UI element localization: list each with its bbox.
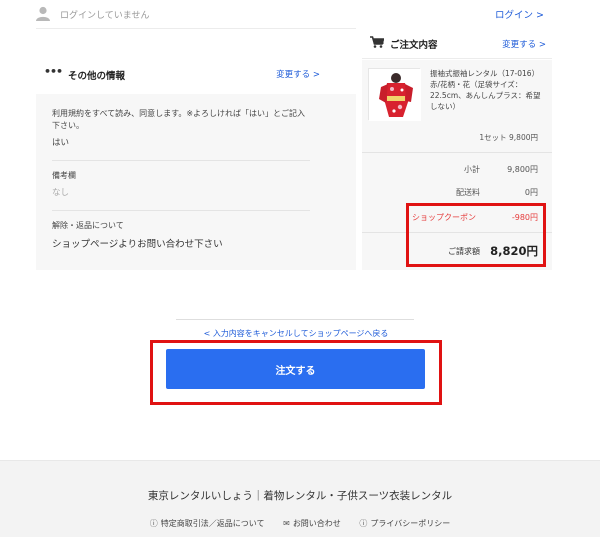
footer-link-privacy[interactable]: ⓘ プライバシーポリシー bbox=[359, 518, 450, 529]
chevron-left-icon: < bbox=[203, 329, 211, 338]
login-link[interactable]: ログイン > bbox=[495, 7, 544, 21]
other-info-title: その他の情報 bbox=[68, 71, 126, 82]
login-bar: ログインしていません ログイン > bbox=[36, 4, 546, 24]
change-link-label[interactable]: 変更する bbox=[276, 70, 310, 80]
divider bbox=[36, 28, 356, 29]
remarks-value: なし bbox=[52, 188, 70, 198]
footer-link-contact[interactable]: ✉ お問い合わせ bbox=[283, 518, 341, 529]
order-change-link[interactable]: 変更する > bbox=[502, 38, 546, 50]
footer-link-label[interactable]: プライバシーポリシー bbox=[370, 519, 450, 528]
divider bbox=[52, 210, 310, 211]
terms-label: 利用規約をすべて読み、同意します。※よろしければ「はい」とご記入下さい。 bbox=[52, 109, 306, 130]
cancellation-value: ショップページよりお問い合わせ下さい bbox=[52, 239, 223, 250]
subtotal-value: 9,800円 bbox=[507, 165, 538, 174]
remarks-field: 備考欄 なし bbox=[52, 170, 310, 198]
divider bbox=[176, 319, 414, 320]
shipping-value: 0円 bbox=[524, 188, 538, 197]
kimono-image bbox=[369, 69, 421, 121]
order-button-highlight-frame bbox=[150, 340, 442, 405]
cancel-link-label[interactable]: 入力内容をキャンセルしてショップページへ戻る bbox=[213, 329, 389, 338]
terms-value: はい bbox=[52, 138, 70, 148]
subtotal-label: 小計 bbox=[464, 165, 480, 174]
footer-link-legal[interactable]: ⓘ 特定商取引法／返品について bbox=[150, 518, 265, 529]
cancellation-field: 解除・返品について ショップページよりお問い合わせ下さい bbox=[52, 220, 310, 250]
remarks-label: 備考欄 bbox=[52, 171, 76, 180]
divider bbox=[362, 58, 552, 59]
chevron-right-icon: > bbox=[538, 40, 546, 50]
shipping-label: 配送料 bbox=[456, 188, 480, 197]
more-dots-icon: ••• bbox=[44, 65, 63, 78]
other-info-change-link[interactable]: 変更する > bbox=[276, 68, 320, 80]
subtotal-row: 小計 9,800円 bbox=[362, 164, 552, 178]
shop-name[interactable]: 東京レンタルいしょう｜着物レンタル・子供スーツ衣装レンタル bbox=[0, 488, 600, 503]
terms-field: 利用規約をすべて読み、同意します。※よろしければ「はい」とご記入下さい。 はい bbox=[52, 108, 310, 148]
user-icon bbox=[36, 6, 50, 21]
item-quantity-price: 1セット 9,800円 bbox=[479, 133, 538, 142]
login-status: ログインしていません bbox=[60, 11, 150, 21]
info-circle-icon: ⓘ bbox=[359, 519, 368, 528]
login-link-label[interactable]: ログイン bbox=[495, 10, 533, 21]
cart-icon bbox=[370, 36, 384, 48]
product-thumbnail[interactable] bbox=[368, 68, 421, 121]
other-info-header: ••• その他の情報 変更する > bbox=[44, 64, 320, 84]
footer-links: ⓘ 特定商取引法／返品について ✉ お問い合わせ ⓘ プライバシーポリシー bbox=[0, 518, 600, 529]
divider bbox=[362, 152, 552, 153]
chevron-right-icon: > bbox=[536, 10, 544, 21]
chevron-right-icon: > bbox=[312, 70, 320, 80]
cancellation-label: 解除・返品について bbox=[52, 221, 124, 230]
divider bbox=[52, 160, 310, 161]
coupon-highlight-frame bbox=[406, 203, 546, 267]
item-name[interactable]: 振袖式振袖レンタル（17-016）赤/花柄・花（足袋サイズ：22.5cm、あんし… bbox=[430, 68, 544, 112]
order-title: ご注文内容 bbox=[390, 40, 438, 51]
footer: 東京レンタルいしょう｜着物レンタル・子供スーツ衣装レンタル ⓘ 特定商取引法／返品… bbox=[0, 460, 600, 537]
footer-link-label[interactable]: 特定商取引法／返品について bbox=[161, 519, 265, 528]
order-header: ご注文内容 変更する > bbox=[368, 34, 546, 54]
mail-icon: ✉ bbox=[283, 519, 290, 528]
info-circle-icon: ⓘ bbox=[149, 519, 158, 528]
other-info-panel: 利用規約をすべて読み、同意します。※よろしければ「はい」とご記入下さい。 はい … bbox=[36, 94, 356, 270]
shipping-row: 配送料 0円 bbox=[362, 187, 552, 201]
footer-link-label[interactable]: お問い合わせ bbox=[293, 519, 341, 528]
cancel-link[interactable]: < 入力内容をキャンセルしてショップページへ戻る bbox=[0, 328, 592, 339]
change-link-label[interactable]: 変更する bbox=[502, 40, 536, 50]
